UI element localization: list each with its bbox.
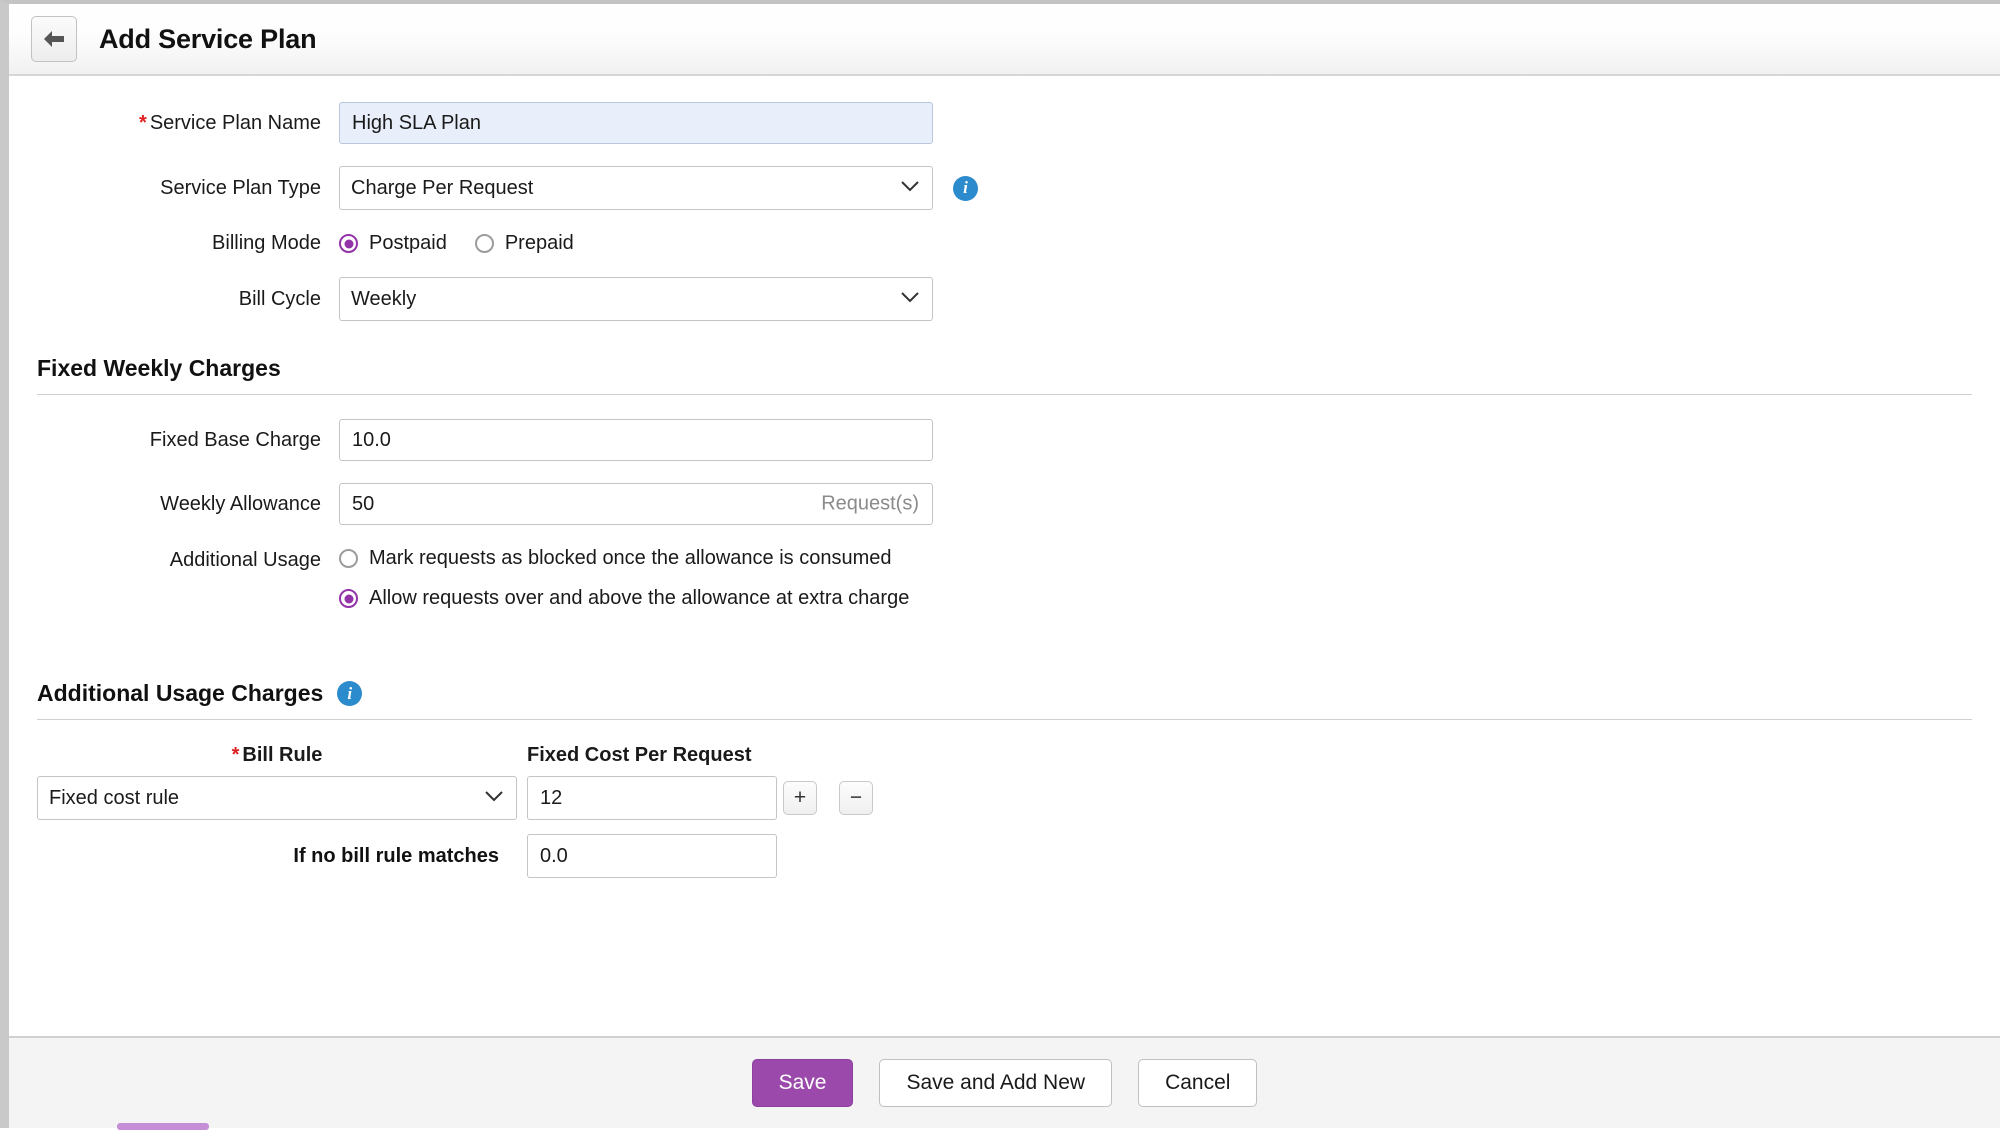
billing-mode-option-prepaid[interactable]: Prepaid bbox=[474, 232, 574, 255]
label-text: Service Plan Name bbox=[149, 111, 321, 134]
save-and-add-new-button[interactable]: Save and Add New bbox=[879, 1059, 1113, 1107]
field-row-fixed-base-charge: Fixed Base Charge bbox=[9, 419, 2000, 461]
field-fixed-base-charge bbox=[339, 419, 933, 461]
billing-mode-radio-group: Postpaid Prepaid bbox=[339, 232, 574, 255]
field-row-bill-cycle: Bill Cycle Weekly bbox=[9, 277, 2000, 321]
additional-usage-option-block[interactable]: Mark requests as blocked once the allowa… bbox=[339, 547, 892, 570]
page-title: Add Service Plan bbox=[99, 23, 317, 54]
service-plan-type-select[interactable]: Charge Per Request bbox=[339, 166, 933, 210]
radio-icon-postpaid bbox=[339, 234, 358, 253]
required-asterisk: * bbox=[231, 744, 240, 766]
radio-icon-block-requests bbox=[339, 549, 358, 568]
section-fixed-weekly-charges: Fixed Weekly Charges bbox=[9, 355, 2000, 395]
field-weekly-allowance: Request(s) bbox=[339, 483, 933, 525]
label-fixed-base-charge: Fixed Base Charge bbox=[149, 428, 321, 451]
column-header-text: Bill Rule bbox=[242, 744, 323, 766]
service-plan-type-info-icon[interactable]: i bbox=[953, 175, 978, 201]
section-divider bbox=[37, 719, 1972, 720]
cancel-button[interactable]: Cancel bbox=[1138, 1059, 1258, 1107]
label-weekly-allowance: Weekly Allowance bbox=[160, 492, 321, 515]
billing-mode-option-postpaid[interactable]: Postpaid bbox=[339, 232, 447, 255]
add-rule-button[interactable]: + bbox=[783, 781, 817, 815]
service-plan-type-select-wrap: Charge Per Request bbox=[339, 166, 933, 210]
service-plan-name-input[interactable] bbox=[339, 102, 933, 144]
fixed-charge-fields: Fixed Base Charge Weekly Allowance Reque… bbox=[9, 419, 2000, 610]
main-fields: *Service Plan Name Service Plan Type Cha… bbox=[9, 102, 2000, 321]
field-row-service-plan-name: * Service Plan Name bbox=[9, 102, 2000, 144]
page-header: Add Service Plan bbox=[9, 4, 2000, 76]
required-asterisk: * bbox=[139, 111, 147, 134]
additional-usage-label-allow: Allow requests over and above the allowa… bbox=[369, 587, 910, 609]
additional-usage-radio-group: Mark requests as blocked once the allowa… bbox=[339, 547, 920, 610]
save-button[interactable]: Save bbox=[751, 1059, 854, 1107]
remove-rule-button[interactable]: − bbox=[839, 781, 873, 815]
form-content: *Service Plan Name Service Plan Type Cha… bbox=[9, 76, 2000, 1036]
column-header-bill-rule: * Bill Rule bbox=[37, 744, 517, 767]
column-header-fixed-cost: Fixed Cost Per Request bbox=[527, 744, 752, 766]
label-billing-mode: Billing Mode bbox=[212, 232, 321, 254]
label-bill-cycle: Bill Cycle bbox=[238, 287, 321, 310]
label-service-plan-name: * Service Plan Name bbox=[9, 112, 339, 135]
cell-bill-rule: Fixed cost rule bbox=[37, 776, 517, 820]
section-title-additional-usage-charges: Additional Usage Charges i bbox=[37, 680, 1972, 707]
bill-rule-select-wrap: Fixed cost rule bbox=[37, 776, 517, 820]
bill-rule-table-row: Fixed cost rule + − bbox=[37, 776, 1972, 820]
billing-mode-label-prepaid: Prepaid bbox=[504, 232, 574, 254]
weekly-allowance-input[interactable] bbox=[339, 483, 933, 525]
field-row-weekly-allowance: Weekly Allowance Request(s) bbox=[9, 483, 2000, 525]
field-row-service-plan-type: Service Plan Type Charge Per Request i bbox=[9, 166, 2000, 210]
field-no-bill-rule-matches bbox=[517, 834, 777, 878]
label-service-plan-type: Service Plan Type bbox=[160, 176, 321, 199]
radio-icon-prepaid bbox=[474, 234, 494, 253]
no-bill-rule-matches-input[interactable] bbox=[527, 834, 777, 878]
fixed-base-charge-input[interactable] bbox=[339, 419, 933, 461]
field-service-plan-name bbox=[339, 102, 933, 144]
bill-cycle-select[interactable]: Weekly bbox=[339, 277, 933, 321]
field-bill-cycle: Weekly bbox=[339, 277, 933, 321]
billing-mode-label-postpaid: Postpaid bbox=[369, 232, 447, 254]
fixed-cost-input[interactable] bbox=[527, 776, 777, 820]
bill-rule-select[interactable]: Fixed cost rule bbox=[37, 776, 517, 820]
field-row-additional-usage: Additional Usage Mark requests as blocke… bbox=[9, 547, 2000, 610]
no-bill-rule-match-row: If no bill rule matches bbox=[37, 834, 1972, 878]
label-additional-usage: Additional Usage bbox=[169, 549, 321, 571]
back-arrow-icon bbox=[42, 29, 66, 49]
additional-usage-label-block: Mark requests as blocked once the allowa… bbox=[369, 547, 892, 569]
section-additional-usage-charges: Additional Usage Charges i * Bill Rule Fi… bbox=[9, 680, 2000, 878]
radio-icon-allow-requests bbox=[339, 589, 358, 608]
label-no-bill-rule-matches: If no bill rule matches bbox=[293, 844, 499, 867]
field-row-billing-mode: Billing Mode Postpaid Prepaid bbox=[9, 232, 2000, 255]
cell-fixed-cost bbox=[517, 776, 777, 820]
add-service-plan-page: Add Service Plan *Service Plan Name Serv… bbox=[0, 0, 2000, 1130]
bill-cycle-select-wrap: Weekly bbox=[339, 277, 933, 321]
section-heading-text: Additional Usage Charges bbox=[37, 680, 324, 706]
section-title-fixed-weekly-charges: Fixed Weekly Charges bbox=[37, 355, 1972, 382]
section-divider bbox=[37, 394, 1972, 395]
bottom-accent-bar bbox=[117, 1123, 209, 1130]
field-service-plan-type: Charge Per Request i bbox=[339, 166, 978, 210]
additional-usage-charges-info-icon[interactable]: i bbox=[337, 681, 363, 706]
back-button[interactable] bbox=[31, 16, 77, 62]
section-heading-text: Fixed Weekly Charges bbox=[37, 355, 281, 381]
additional-usage-option-allow[interactable]: Allow requests over and above the allowa… bbox=[339, 587, 920, 610]
bill-rule-table-header: * Bill Rule Fixed Cost Per Request bbox=[37, 744, 1972, 767]
form-footer: Save Save and Add New Cancel bbox=[9, 1036, 2000, 1130]
